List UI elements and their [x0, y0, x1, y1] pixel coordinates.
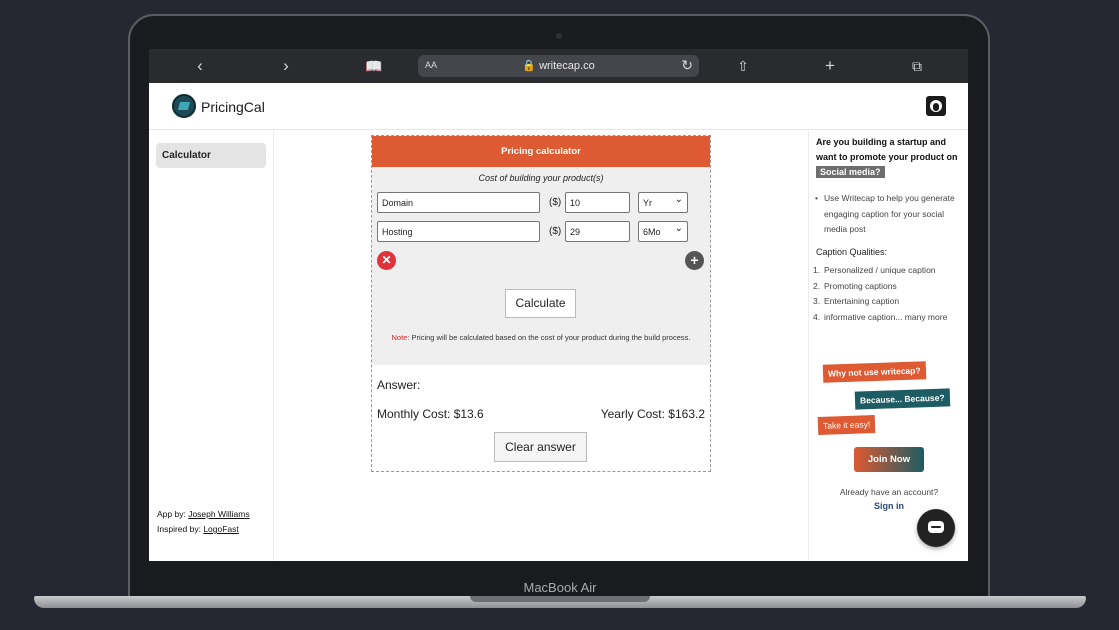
period-select[interactable]: 6Mo: [638, 221, 688, 242]
chevron-left-icon[interactable]: ‹: [188, 56, 212, 76]
item-cost-input[interactable]: 29: [565, 221, 630, 242]
tabs-icon[interactable]: ⧉: [905, 56, 929, 76]
item-name-input[interactable]: Hosting: [377, 221, 540, 242]
quality-text: Entertaining caption: [824, 296, 900, 306]
reload-icon[interactable]: ↻: [681, 57, 693, 74]
credits: App by: Joseph Williams Inspired by: Log…: [157, 507, 250, 537]
period-select[interactable]: Yr: [638, 192, 688, 213]
right-sidebar: Are you building a startup and want to p…: [808, 131, 968, 561]
promo-chip: Why not use writecap?: [822, 361, 926, 383]
quality-text: Promoting captions: [824, 280, 897, 291]
sidebar-item-calculator[interactable]: Calculator: [156, 143, 266, 168]
chat-icon[interactable]: [917, 509, 955, 547]
logo-icon[interactable]: [172, 94, 196, 118]
add-row-icon[interactable]: +: [685, 251, 704, 270]
quality-text: Personalized / unique caption: [824, 265, 936, 275]
list-item: Use Writecap to help you generate engagi…: [813, 191, 963, 238]
url-value: writecap.co: [539, 60, 595, 72]
qualities-list: 1. Personalized / unique caption 2. Promot…: [813, 263, 963, 325]
currency-label: ($): [549, 197, 562, 208]
author-link[interactable]: Joseph Williams: [188, 509, 249, 519]
promo-bullets: Use Writecap to help you generate engagi…: [813, 191, 963, 238]
join-now-button[interactable]: Join Now: [854, 447, 924, 472]
item-name-input[interactable]: Domain: [377, 192, 540, 213]
share-icon[interactable]: ⇧: [731, 56, 755, 76]
monthly-cost: Monthly Cost: $13.6: [377, 407, 484, 421]
screen: ‹ › 📖 AA 🔒 writecap.co ↻ ⇧ + ⧉ PricingCa…: [149, 49, 968, 561]
list-item: 2. Promoting captions: [813, 280, 897, 291]
sign-in-link[interactable]: Sign in: [809, 501, 968, 511]
clear-answer-button[interactable]: Clear answer: [494, 432, 587, 462]
device-label: MacBook Air: [523, 580, 597, 595]
app-by-label: App by:: [157, 509, 186, 519]
pricing-calculator: Pricing calculator Cost of building your…: [371, 135, 711, 472]
calculator-note: Note: Pricing will be calculated based o…: [378, 332, 704, 344]
yearly-cost: Yearly Cost: $163.2: [600, 407, 705, 421]
promo-chip: Take it easy!: [817, 415, 876, 435]
url-text: 🔒 writecap.co: [522, 60, 595, 72]
quality-text: informative caption... many more: [824, 311, 948, 322]
item-cost-input[interactable]: 10: [565, 192, 630, 213]
book-icon[interactable]: 📖: [362, 56, 386, 76]
promo-chip: Because... Because?: [854, 388, 950, 410]
chevron-right-icon[interactable]: ›: [274, 56, 298, 76]
left-sidebar: Calculator App by: Joseph Williams Inspi…: [149, 131, 274, 561]
list-item: 3. Entertaining caption: [813, 296, 900, 306]
account-prompt: Already have an account?: [839, 487, 939, 497]
calculate-button[interactable]: Calculate: [505, 289, 576, 318]
page-header: PricingCal: [149, 83, 968, 130]
inspiration-link[interactable]: LogoFast: [203, 524, 238, 534]
remove-row-icon[interactable]: ✕: [377, 251, 396, 270]
promo-headline: Are you building a startup and want to p…: [816, 135, 966, 180]
list-item: 4. informative caption... many more: [813, 311, 948, 322]
github-icon[interactable]: [926, 96, 946, 116]
list-item: 1. Personalized / unique caption: [813, 265, 936, 275]
note-text: Pricing will be calculated based on the …: [411, 333, 691, 342]
plus-icon[interactable]: +: [818, 56, 842, 76]
laptop-notch: [470, 596, 650, 602]
qualities-title: Caption Qualities:: [816, 247, 888, 257]
promo-text: Are you building a startup and want to p…: [816, 137, 958, 162]
calculator-title: Pricing calculator: [372, 136, 710, 167]
calculator-form: Cost of building your product(s) Domain …: [372, 167, 710, 365]
calculator-subtitle: Cost of building your product(s): [478, 173, 604, 183]
brand-name[interactable]: PricingCal: [201, 99, 265, 115]
answer-label: Answer:: [377, 378, 421, 392]
address-bar[interactable]: AA 🔒 writecap.co ↻: [418, 55, 699, 77]
camera: [556, 33, 562, 39]
note-label: Note:: [391, 333, 410, 342]
currency-label: ($): [549, 226, 562, 237]
inspired-by-label: Inspired by:: [157, 524, 201, 534]
social-media-tag: Social media?: [816, 166, 885, 178]
browser-toolbar: ‹ › 📖 AA 🔒 writecap.co ↻ ⇧ + ⧉: [149, 49, 968, 83]
